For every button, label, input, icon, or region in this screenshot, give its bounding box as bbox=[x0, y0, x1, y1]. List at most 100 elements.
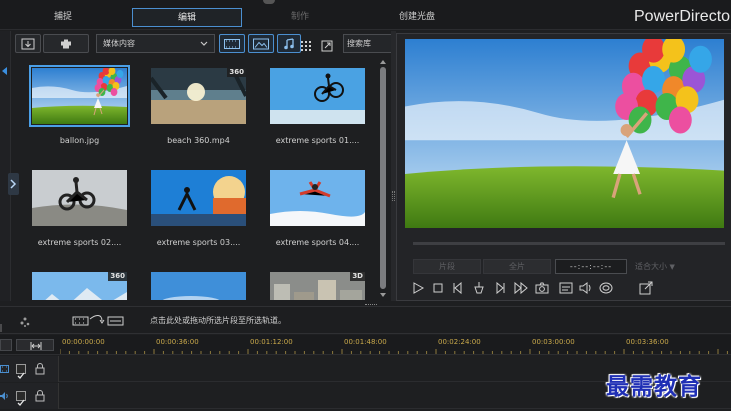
media-thumbnail[interactable] bbox=[32, 170, 127, 226]
fast-forward-button[interactable] bbox=[514, 281, 528, 295]
media-thumbnail[interactable]: 3D bbox=[270, 272, 365, 300]
play-button[interactable] bbox=[411, 281, 425, 295]
lock-icon[interactable] bbox=[35, 363, 45, 375]
media-thumbnail[interactable] bbox=[270, 170, 365, 226]
toolbar-edge-icon bbox=[0, 317, 6, 332]
ruler-label: 00:03:36:00 bbox=[626, 338, 669, 346]
media-item[interactable]: extreme sports 03.... bbox=[141, 164, 256, 260]
tab-edit[interactable]: 编辑 bbox=[132, 8, 242, 27]
stop-button[interactable] bbox=[431, 281, 445, 295]
window-handle[interactable] bbox=[263, 0, 275, 4]
splitter-grip-icon bbox=[365, 304, 377, 307]
fit-size-dropdown[interactable]: 适合大小 ▼ bbox=[631, 259, 697, 274]
media-filename: extreme sports 02.... bbox=[37, 238, 122, 247]
media-type-dropdown[interactable]: 媒体内容 bbox=[96, 34, 215, 53]
media-item[interactable]: 3D bbox=[260, 266, 375, 300]
timeline-mode-button[interactable] bbox=[0, 339, 12, 351]
media-item[interactable]: 360 bbox=[22, 266, 137, 300]
media-thumbnail[interactable] bbox=[151, 170, 246, 226]
ruler-ticks bbox=[60, 349, 728, 354]
search-library-input[interactable]: 搜索库 bbox=[343, 34, 392, 53]
movie-mode-button[interactable]: 全片 bbox=[483, 259, 551, 274]
media-item[interactable] bbox=[141, 266, 256, 300]
next-frame-button[interactable] bbox=[493, 281, 507, 295]
effect-tools-button[interactable] bbox=[18, 314, 32, 333]
fit-size-label: 适合大小 bbox=[635, 262, 667, 271]
ruler-label: 00:00:00:00 bbox=[62, 338, 105, 346]
media-thumbnail[interactable] bbox=[270, 68, 365, 124]
detach-library-button[interactable] bbox=[321, 37, 335, 52]
preview-panel: 片段 全片 --:--:--:-- 适合大小 ▼ bbox=[396, 33, 731, 301]
sparkle-icon bbox=[20, 317, 30, 327]
chevron-down-icon: ▼ bbox=[669, 263, 675, 271]
chevron-down-icon bbox=[200, 41, 208, 46]
volume-button[interactable] bbox=[579, 281, 593, 295]
subtitle-button[interactable] bbox=[559, 281, 573, 295]
snapshot-button[interactable] bbox=[535, 281, 549, 295]
previous-frame-button[interactable] bbox=[451, 281, 465, 295]
timeline-toolbar: 点击此处或拖动所选片段至所选轨道。 bbox=[0, 304, 731, 334]
tab-capture[interactable]: 捕捉 bbox=[33, 8, 93, 27]
media-filename: ballon.jpg bbox=[59, 136, 100, 145]
app-window: 捕捉 编辑 制作 创建光盘 PowerDirecto 媒体内容 搜索库 ball… bbox=[0, 0, 731, 411]
media-thumbnail[interactable] bbox=[151, 272, 246, 300]
tab-create-disc[interactable]: 创建光盘 bbox=[385, 8, 449, 27]
grip-icon bbox=[392, 191, 395, 201]
active-room-indicator-icon bbox=[2, 67, 7, 75]
plugin-icon bbox=[61, 39, 71, 48]
media-thumbnail[interactable]: 360 bbox=[151, 68, 246, 124]
lock-icon[interactable] bbox=[35, 390, 45, 402]
library-scrollbar[interactable] bbox=[379, 60, 387, 300]
clip-mode-button[interactable]: 片段 bbox=[413, 259, 481, 274]
media-item[interactable]: 360 beach 360.mp4 bbox=[141, 62, 256, 158]
video-track-enable-checkbox[interactable] bbox=[16, 364, 26, 379]
audio-track-enable-checkbox[interactable] bbox=[16, 391, 26, 406]
timeline-ruler[interactable]: 00:00:00:00 00:00:36:00 00:01:12:00 00:01:4… bbox=[0, 335, 731, 355]
timecode-display[interactable]: --:--:--:-- bbox=[555, 259, 627, 274]
media-library-grid: ballon.jpg 360 beach 360.mp4 extreme sports… bbox=[22, 62, 378, 300]
plugins-button[interactable] bbox=[43, 34, 89, 53]
detach-icon bbox=[321, 40, 333, 52]
zoom-to-fit-button[interactable] bbox=[16, 339, 54, 351]
insert-clip-button[interactable] bbox=[72, 313, 124, 327]
scroll-up-icon[interactable] bbox=[380, 60, 386, 64]
video-track-icon bbox=[0, 365, 9, 373]
play-icon bbox=[413, 282, 425, 294]
expand-panel-button[interactable] bbox=[8, 173, 19, 195]
grid-view-icon bbox=[301, 41, 311, 51]
3d-icon bbox=[599, 282, 613, 294]
audio-filter-button[interactable] bbox=[277, 34, 301, 53]
media-item[interactable]: ballon.jpg bbox=[22, 62, 137, 158]
split-button[interactable] bbox=[472, 281, 486, 295]
preview-scrubber[interactable] bbox=[413, 242, 725, 245]
undock-icon bbox=[639, 281, 653, 295]
top-bar: 捕捉 编辑 制作 创建光盘 PowerDirecto bbox=[0, 0, 731, 30]
preview-mode-row: 片段 全片 --:--:--:-- 适合大小 ▼ bbox=[413, 259, 725, 274]
checkmark-icon bbox=[17, 372, 25, 379]
fast-forward-icon bbox=[514, 281, 528, 295]
video-filter-button[interactable] bbox=[219, 34, 245, 53]
audio-track-header bbox=[0, 383, 59, 409]
app-brand: PowerDirecto bbox=[634, 8, 731, 25]
stop-icon bbox=[433, 283, 443, 293]
media-thumbnail[interactable]: 360 bbox=[32, 272, 127, 300]
snapshot-icon bbox=[535, 282, 549, 294]
audio-filter-icon bbox=[284, 37, 294, 49]
watermark-logo: 最需教育 bbox=[606, 373, 702, 400]
3d-button[interactable] bbox=[599, 281, 613, 295]
media-item[interactable]: extreme sports 01.... bbox=[260, 62, 375, 158]
video-track-header bbox=[0, 356, 59, 382]
undock-button[interactable] bbox=[639, 281, 653, 295]
tab-produce[interactable]: 制作 bbox=[270, 8, 330, 27]
scroll-down-icon[interactable] bbox=[380, 293, 386, 297]
media-item[interactable]: extreme sports 02.... bbox=[22, 164, 137, 260]
chevron-right-icon bbox=[10, 179, 17, 189]
grid-view-button[interactable] bbox=[300, 37, 314, 51]
video-filter-icon bbox=[224, 38, 240, 49]
media-thumbnail[interactable] bbox=[29, 65, 130, 127]
media-item[interactable]: extreme sports 04.... bbox=[260, 164, 375, 260]
image-filter-button[interactable] bbox=[248, 34, 274, 53]
scrollbar-thumb[interactable] bbox=[380, 67, 386, 289]
library-toolbar: 媒体内容 搜索库 bbox=[12, 33, 392, 55]
import-media-button[interactable] bbox=[15, 34, 41, 53]
